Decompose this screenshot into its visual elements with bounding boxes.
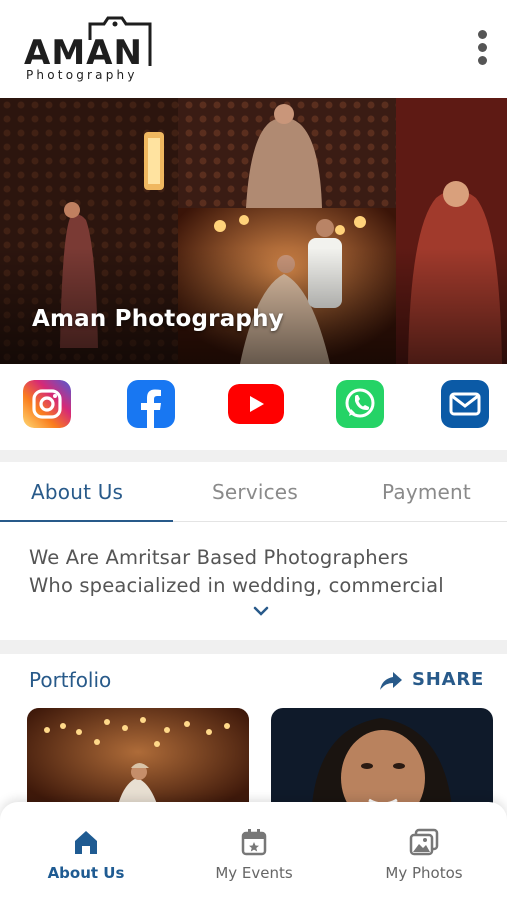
nav-about-us[interactable]: About Us [16, 828, 156, 882]
photos-icon [409, 828, 439, 856]
about-text-line-2: Who speacialized in wedding, commercial [29, 574, 444, 597]
chevron-down-icon[interactable] [253, 606, 269, 616]
whatsapp-icon[interactable] [336, 380, 384, 428]
info-tabs: About Us Services Payment [0, 462, 507, 522]
tab-services[interactable]: Services [212, 480, 298, 504]
portfolio-title: Portfolio [29, 668, 112, 692]
about-section: We Are Amritsar Based Photographers Who … [0, 522, 507, 640]
about-text-line-1: We Are Amritsar Based Photographers [29, 546, 409, 569]
tab-about-us[interactable]: About Us [31, 480, 123, 504]
youtube-icon[interactable] [228, 384, 284, 424]
nav-label: My Events [215, 864, 293, 882]
mail-icon[interactable] [441, 380, 489, 428]
tab-payment[interactable]: Payment [382, 480, 471, 504]
brand-logo[interactable]: AMAN Photography [24, 14, 156, 86]
nav-label: About Us [47, 864, 125, 882]
portfolio-section: Portfolio SHARE [0, 654, 507, 818]
section-divider [0, 640, 507, 654]
facebook-icon[interactable] [127, 380, 175, 428]
bottom-navigation: About Us My Events My Photos [0, 802, 507, 900]
hero-title: Aman Photography [32, 306, 284, 332]
instagram-icon[interactable] [23, 380, 71, 428]
nav-label: My Photos [385, 864, 463, 882]
logo-wordmark: AMAN [24, 33, 143, 73]
section-divider [0, 450, 507, 462]
nav-my-events[interactable]: My Events [184, 828, 324, 882]
logo-subtitle: Photography [26, 68, 138, 82]
nav-my-photos[interactable]: My Photos [354, 828, 494, 882]
social-links [0, 364, 507, 450]
app-header: AMAN Photography [0, 0, 507, 98]
share-icon [380, 672, 402, 690]
share-label: SHARE [412, 669, 485, 690]
calendar-icon [241, 829, 267, 856]
home-icon [75, 831, 97, 854]
more-options-icon[interactable] [470, 30, 494, 70]
